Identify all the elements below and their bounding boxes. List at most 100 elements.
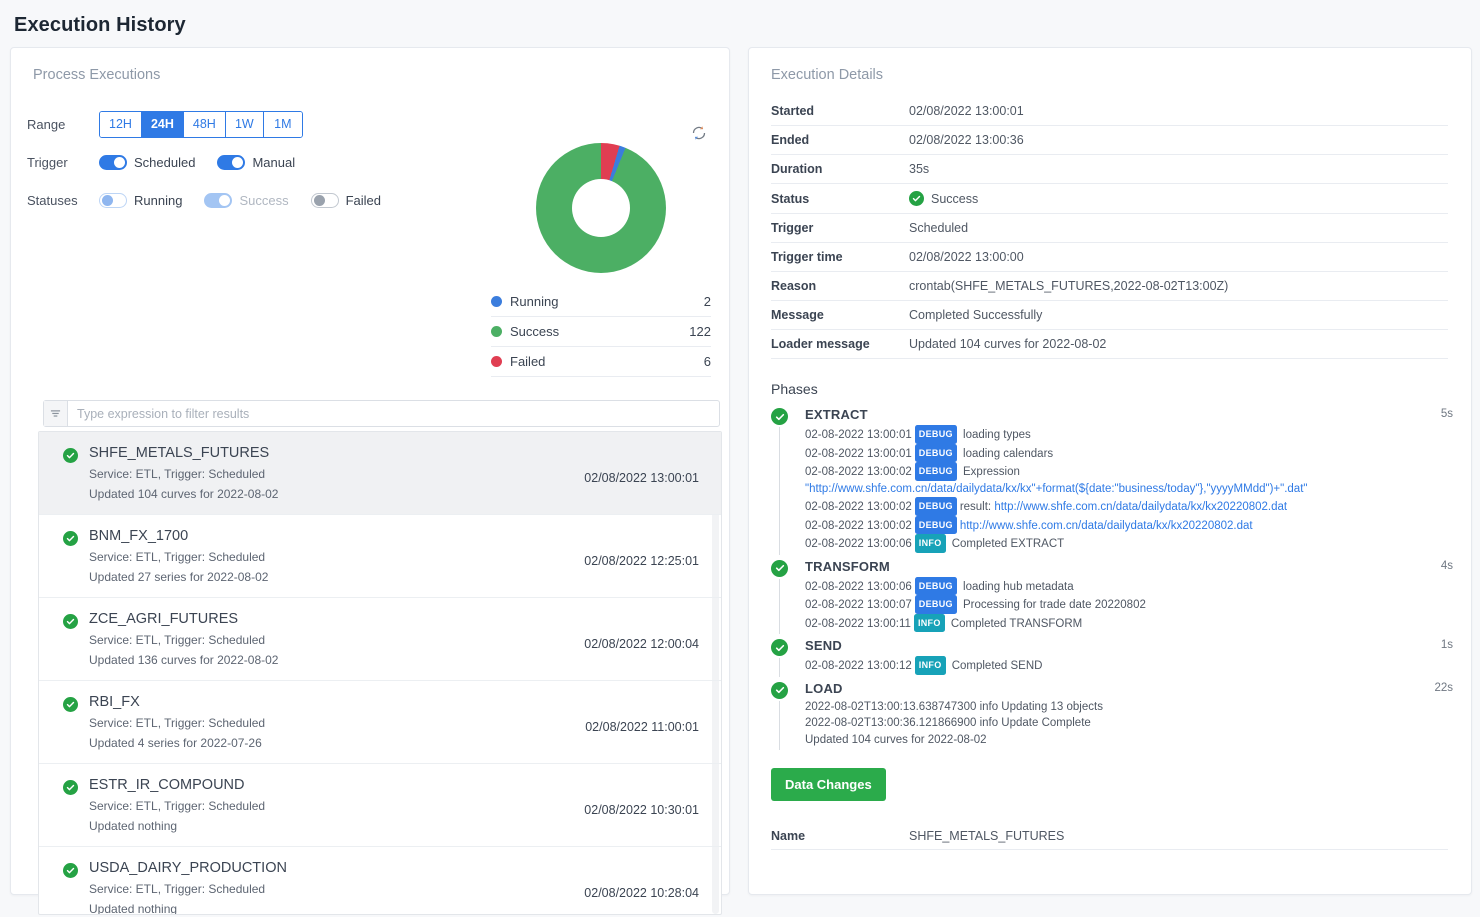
- funnel-icon[interactable]: [44, 401, 68, 426]
- legend-row-running: Running 2: [491, 287, 711, 317]
- phase-rail: [779, 701, 780, 751]
- table-row: Duration35s: [771, 155, 1448, 184]
- phase-name: LOAD: [805, 681, 1471, 696]
- execution-name: USDA_DAIRY_PRODUCTION: [89, 860, 705, 876]
- list-item[interactable]: USDA_DAIRY_PRODUCTIONService: ETL, Trigg…: [39, 847, 721, 915]
- process-executions-heading: Process Executions: [11, 48, 729, 83]
- log-line: 02-08-2022 13:00:06DEBUG loading hub met…: [805, 577, 1471, 596]
- phase-duration: 22s: [1434, 682, 1453, 694]
- refresh-icon[interactable]: [689, 123, 709, 143]
- legend-dot-success: [491, 326, 502, 337]
- phase-status-icon: [771, 682, 788, 699]
- status-badge: Success: [931, 192, 978, 206]
- execution-timestamp: 02/08/2022 11:00:01: [585, 720, 699, 734]
- log-line: 02-08-2022 13:00:06INFO Completed EXTRAC…: [805, 534, 1471, 553]
- phases-title: Phases: [771, 381, 1471, 397]
- toggle-scheduled-switch[interactable]: [99, 155, 127, 170]
- search-input[interactable]: [68, 401, 719, 426]
- execution-timestamp: 02/08/2022 13:00:01: [584, 471, 699, 485]
- trigger-label: Trigger: [27, 155, 99, 170]
- range-row: Range 12H 24H 48H 1W 1M: [27, 107, 729, 141]
- log-line: 2022-08-02T13:00:13.638747300 info Updat…: [805, 699, 1471, 716]
- log-level-badge: DEBUG: [915, 462, 957, 481]
- log-level-badge: DEBUG: [915, 595, 957, 614]
- legend-dot-running: [491, 296, 502, 307]
- toggle-running-switch[interactable]: [99, 193, 127, 208]
- executions-list[interactable]: SHFE_METALS_FUTURESService: ETL, Trigger…: [38, 431, 722, 915]
- detail-key: Started: [771, 97, 909, 126]
- detail-key: Status: [771, 184, 909, 214]
- log-line: Updated 104 curves for 2022-08-02: [805, 732, 1471, 749]
- list-item[interactable]: ESTR_IR_COMPOUNDService: ETL, Trigger: S…: [39, 764, 721, 847]
- detail-key: Duration: [771, 155, 909, 184]
- detail-key: Loader message: [771, 330, 909, 359]
- range-option-1m[interactable]: 1M: [264, 112, 302, 137]
- toggle-failed-switch[interactable]: [311, 193, 339, 208]
- data-changes-button[interactable]: Data Changes: [771, 768, 886, 801]
- list-item[interactable]: SHFE_METALS_FUTURESService: ETL, Trigger…: [39, 432, 721, 515]
- list-item[interactable]: ZCE_AGRI_FUTURESService: ETL, Trigger: S…: [39, 598, 721, 681]
- legend-row-failed: Failed 6: [491, 347, 711, 377]
- phase-duration: 4s: [1441, 560, 1453, 572]
- detail-key: Reason: [771, 272, 909, 301]
- status-success-icon: [63, 531, 78, 546]
- phase-rail: [779, 427, 780, 555]
- table-row: MessageCompleted Successfully: [771, 301, 1448, 330]
- legend-value-running: 2: [704, 294, 711, 309]
- toggle-success-label: Success: [239, 193, 288, 208]
- legend-label-failed: Failed: [510, 354, 704, 369]
- log-line: 02-08-2022 13:00:11INFO Completed TRANSF…: [805, 614, 1471, 633]
- toggle-manual[interactable]: Manual: [217, 155, 295, 170]
- legend-label-success: Success: [510, 324, 689, 339]
- detail-value: Success: [909, 184, 1448, 214]
- toggle-failed[interactable]: Failed: [311, 193, 381, 208]
- execution-details-table: Started02/08/2022 13:00:01Ended02/08/202…: [771, 97, 1448, 359]
- toggle-manual-label: Manual: [252, 155, 295, 170]
- toggle-scheduled[interactable]: Scheduled: [99, 155, 195, 170]
- log-line: "http://www.shfe.com.cn/data/dailydata/k…: [805, 481, 1471, 498]
- toggle-scheduled-label: Scheduled: [134, 155, 195, 170]
- toggle-running[interactable]: Running: [99, 193, 182, 208]
- toggle-manual-switch[interactable]: [217, 155, 245, 170]
- detail-value: 02/08/2022 13:00:00: [909, 243, 1448, 272]
- detail-key: Ended: [771, 126, 909, 155]
- status-success-icon: [63, 448, 78, 463]
- list-item[interactable]: RBI_FXService: ETL, Trigger: ScheduledUp…: [39, 681, 721, 764]
- detail-key: Trigger time: [771, 243, 909, 272]
- status-success-icon: [909, 191, 924, 206]
- page-title: Execution History: [0, 0, 1480, 37]
- log-level-badge: DEBUG: [915, 425, 957, 444]
- detail-value: Completed Successfully: [909, 301, 1448, 330]
- toggle-success[interactable]: Success: [204, 193, 288, 208]
- log-line: 02-08-2022 13:00:01DEBUG loading types: [805, 425, 1471, 444]
- legend-dot-failed: [491, 356, 502, 367]
- legend-label-running: Running: [510, 294, 704, 309]
- phase-name: SEND: [805, 638, 1471, 653]
- log-level-badge: INFO: [914, 614, 945, 633]
- range-option-1w[interactable]: 1W: [226, 112, 264, 137]
- phase-logs: 02-08-2022 13:00:12INFO Completed SEND: [805, 656, 1471, 675]
- list-item[interactable]: BNM_FX_1700Service: ETL, Trigger: Schedu…: [39, 515, 721, 598]
- log-line: 02-08-2022 13:00:02DEBUGresult: http://w…: [805, 497, 1471, 516]
- log-line: 2022-08-02T13:00:36.121866900 info Updat…: [805, 715, 1471, 732]
- status-success-icon: [63, 697, 78, 712]
- range-option-12h[interactable]: 12H: [100, 112, 142, 137]
- statuses-label: Statuses: [27, 193, 99, 208]
- table-row: Loader messageUpdated 104 curves for 202…: [771, 330, 1448, 359]
- toggle-success-switch[interactable]: [204, 193, 232, 208]
- log-line: 02-08-2022 13:00:12INFO Completed SEND: [805, 656, 1471, 675]
- status-success-icon: [63, 863, 78, 878]
- phase-status-icon: [771, 408, 788, 425]
- execution-summary: Updated nothing: [89, 900, 705, 915]
- range-option-48h[interactable]: 48H: [184, 112, 226, 137]
- status-success-icon: [63, 614, 78, 629]
- detail-key: Message: [771, 301, 909, 330]
- table-row: Ended02/08/2022 13:00:36: [771, 126, 1448, 155]
- data-changes-table: Name SHFE_METALS_FUTURES: [771, 823, 1448, 850]
- name-value: SHFE_METALS_FUTURES: [909, 823, 1448, 850]
- log-line: 02-08-2022 13:00:01DEBUG loading calenda…: [805, 444, 1471, 463]
- table-row: TriggerScheduled: [771, 214, 1448, 243]
- range-option-24h[interactable]: 24H: [142, 112, 184, 137]
- legend-value-success: 122: [689, 324, 711, 339]
- filter-expression-bar: [43, 400, 720, 427]
